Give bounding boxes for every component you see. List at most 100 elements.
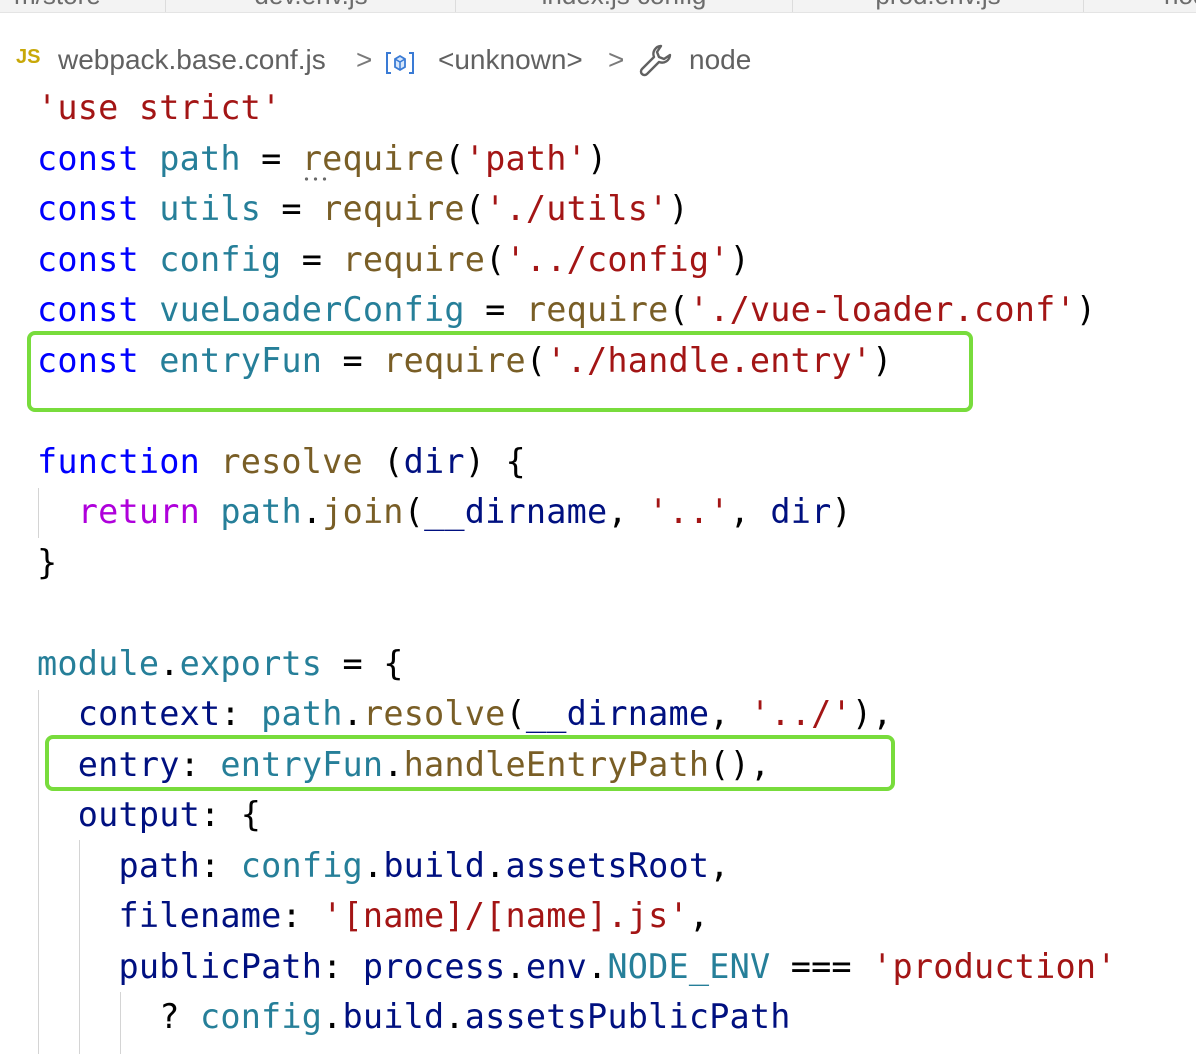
code-token: ( — [403, 492, 425, 531]
code-token: build — [383, 845, 486, 885]
code-token: = — [240, 138, 302, 178]
hint-squiggle — [302, 176, 328, 182]
code-token: ), — [851, 694, 893, 733]
highlight-box-entryfun — [27, 331, 973, 412]
code-token: = — [281, 239, 343, 279]
code-line[interactable]: 'use strict' — [37, 83, 281, 133]
code-token: publicPath — [118, 946, 323, 986]
code-token: require — [322, 189, 465, 228]
code-token: : — [281, 896, 323, 935]
code-token: require — [525, 290, 669, 329]
code-token: process — [362, 946, 506, 986]
code-token: const — [37, 290, 139, 329]
code-line[interactable]: module.exports = { — [37, 639, 404, 689]
code-token: './vue-loader.conf' — [688, 290, 1076, 329]
code-token: path — [261, 694, 343, 733]
code-token: return — [77, 492, 200, 531]
code-token: = — [261, 189, 323, 228]
code-token: : { — [199, 795, 262, 834]
code-token: ) — [831, 492, 852, 531]
code-token: path — [118, 845, 200, 885]
code-token: ) — [587, 138, 608, 178]
code-line[interactable]: function resolve (dir) { — [37, 437, 526, 487]
code-token: . — [159, 643, 180, 683]
code-token: . — [587, 946, 608, 986]
code-token: ) — [1075, 290, 1097, 329]
code-token: 'use strict' — [37, 88, 282, 127]
code-token: const — [37, 189, 139, 228]
code-token: NODE_ENV — [607, 946, 771, 986]
code-token: ) { — [464, 441, 526, 481]
code-token: ) — [668, 189, 689, 228]
code-line[interactable]: const config = require('../config') — [37, 235, 750, 285]
code-line[interactable]: } — [37, 538, 57, 588]
code-token: dir — [770, 492, 832, 531]
code-token: ( — [464, 189, 486, 228]
code-token: 'path' — [464, 138, 587, 178]
code-token: env — [525, 946, 587, 986]
code-token: '../config' — [505, 239, 730, 279]
code-token: . — [342, 694, 363, 733]
code-token: = { — [322, 643, 404, 683]
code-token: , — [688, 896, 710, 935]
code-token: ? — [37, 997, 200, 1036]
code-token: . — [362, 845, 384, 885]
code-token: dir — [403, 441, 465, 481]
code-token: exports — [179, 643, 323, 683]
code-line[interactable]: ? config.build.assetsPublicPath — [37, 992, 791, 1042]
code-token: ( — [668, 290, 689, 329]
code-token: 'production' — [872, 946, 1117, 986]
indent-guide — [120, 992, 121, 1054]
code-line[interactable]: return path.join(__dirname, '..', dir) — [37, 487, 852, 537]
code-token: ( — [485, 239, 506, 279]
code-token: '[name]/[name].js' — [322, 896, 689, 935]
code-token: . — [485, 845, 506, 885]
code-token: path — [159, 138, 241, 178]
code-token: utils — [159, 189, 262, 228]
code-line[interactable]: const utils = require('./utils') — [37, 184, 689, 234]
code-token: filename — [118, 896, 282, 935]
code-token: === — [770, 946, 873, 986]
code-token: join — [322, 492, 404, 531]
code-editor[interactable]: 'use strict' const path = require('path')… — [0, 0, 1196, 1054]
code-token: const — [37, 239, 139, 279]
code-line[interactable]: filename: '[name]/[name].js', — [37, 891, 709, 941]
code-token: output — [77, 795, 200, 834]
code-line[interactable]: publicPath: process.env.NODE_ENV === 'pr… — [37, 942, 1117, 992]
code-token: : — [322, 946, 363, 986]
indent-guide — [38, 488, 39, 538]
code-token: , — [607, 492, 649, 531]
code-token: vueLoaderConfig — [159, 290, 465, 329]
code-token: function — [37, 441, 200, 481]
code-token: assetsRoot — [505, 845, 710, 885]
code-token: module — [37, 643, 160, 683]
code-token: = — [464, 290, 526, 329]
highlight-box-entry — [45, 735, 895, 791]
code-line[interactable]: output: { — [37, 790, 261, 840]
code-token: require — [301, 138, 445, 178]
code-line[interactable]: const vueLoaderConfig = require('./vue-l… — [37, 285, 1096, 335]
indent-guide — [38, 690, 39, 1054]
code-token: __dirname — [424, 492, 608, 531]
code-line[interactable]: context: path.resolve(__dirname, '../'), — [37, 689, 893, 739]
code-token: require — [342, 239, 486, 279]
code-token: , — [709, 694, 750, 733]
code-line[interactable]: path: config.build.assetsRoot, — [37, 841, 730, 891]
code-token: path — [220, 492, 302, 531]
indent-guide — [79, 840, 80, 1054]
code-token: . — [301, 492, 323, 531]
code-token: . — [505, 946, 526, 986]
code-token: build — [342, 997, 445, 1036]
code-token: , — [709, 845, 730, 885]
code-token: './utils' — [485, 189, 669, 228]
